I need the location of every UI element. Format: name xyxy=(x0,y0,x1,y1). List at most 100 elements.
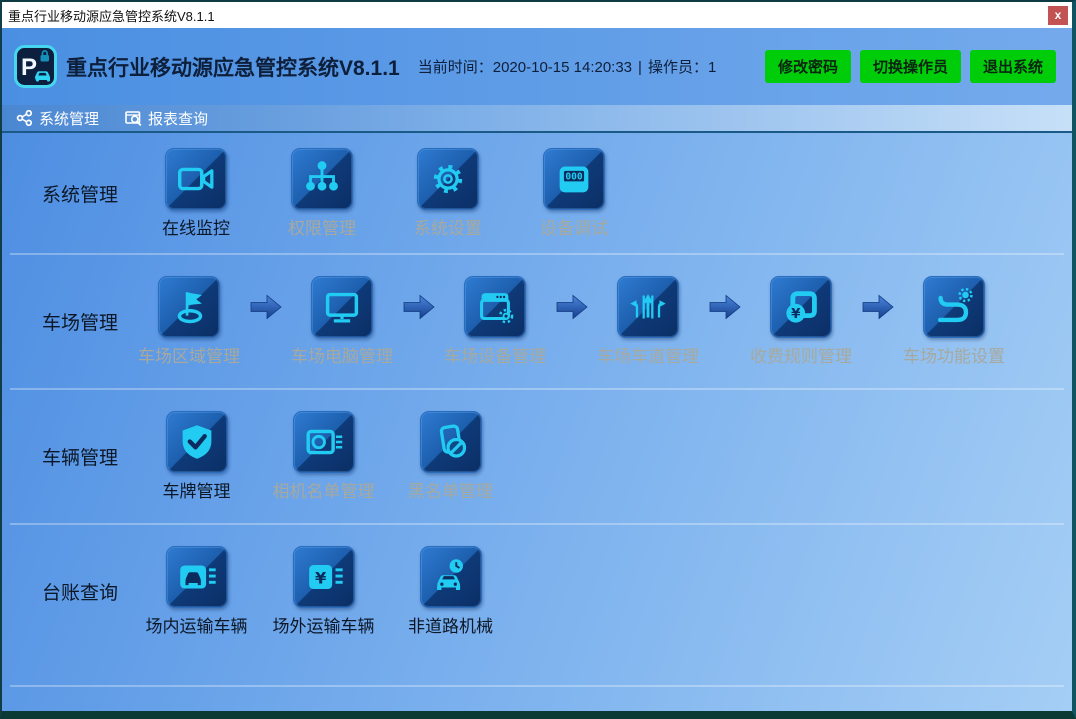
share-nodes-icon xyxy=(16,110,33,126)
change-password-button[interactable]: 修改密码 xyxy=(765,50,851,83)
operator-label: 操作员： xyxy=(648,59,708,76)
monitor-icon xyxy=(319,284,365,330)
feature-lane-arrows[interactable]: 车场车道管理 xyxy=(592,276,704,367)
feature-org-chart[interactable]: 权限管理 xyxy=(259,148,385,239)
feature-shield-check[interactable]: 车牌管理 xyxy=(133,411,260,502)
menubar: 系统管理 报表查询 xyxy=(2,105,1072,133)
video-camera-icon xyxy=(173,156,219,202)
feature-tile[interactable]: 000 xyxy=(543,148,605,210)
feature-tile[interactable] xyxy=(923,276,985,338)
feature-label: 车场区域管理 xyxy=(138,342,240,367)
feature-tile[interactable]: ¥ xyxy=(293,546,355,608)
feature-tile[interactable] xyxy=(420,411,482,473)
feature-label: 场外运输车辆 xyxy=(273,612,375,637)
feature-gear[interactable]: 系统设置 xyxy=(385,148,511,239)
feature-tile[interactable] xyxy=(165,148,227,210)
gear-icon xyxy=(425,156,471,202)
feature-flag-location[interactable]: 车场区域管理 xyxy=(133,276,245,367)
section-title: 系统管理 xyxy=(42,180,133,207)
feature-tile[interactable] xyxy=(464,276,526,338)
feature-tile[interactable] xyxy=(311,276,373,338)
current-time: 当前时间：2020-10-15 14:20:33|操作员：1 xyxy=(418,56,717,77)
shield-check-icon xyxy=(174,419,220,465)
road-gear-icon xyxy=(931,284,977,330)
lane-arrows-icon xyxy=(625,284,671,330)
switch-operator-button[interactable]: 切换操作员 xyxy=(860,50,961,83)
header: P 重点行业移动源应急管控系统V8.1.1 当前时间：2020-10-15 14… xyxy=(2,28,1072,105)
feature-video-camera[interactable]: 在线监控 xyxy=(133,148,259,239)
content-sections: 系统管理在线监控权限管理系统设置000设备调试车场管理车场区域管理车场电脑管理车… xyxy=(2,133,1072,711)
feature-road-gear[interactable]: 车场功能设置 xyxy=(898,276,1010,367)
feature-tile[interactable] xyxy=(420,546,482,608)
feature-tile[interactable] xyxy=(417,148,479,210)
flow-arrow xyxy=(857,293,898,321)
flow-arrow-icon xyxy=(709,293,741,321)
section-row-parking-management: 车场管理车场区域管理 车场电脑管理车场设备管理车场车道管理 ¥收费规则管理车场功能设… xyxy=(2,255,1072,388)
section-title: 车辆管理 xyxy=(42,443,133,470)
titlebar-title: 重点行业移动源应急管控系统V8.1.1 xyxy=(8,6,1048,25)
flow-arrow xyxy=(551,293,592,321)
section-row-ledger-query: 台账查询场内运输车辆 ¥ 场外运输车辆 非道路机械 xyxy=(2,525,1072,658)
feature-yen-coin[interactable]: ¥收费规则管理 xyxy=(745,276,857,367)
operator-value: 1 xyxy=(708,59,716,76)
feature-monitor[interactable]: 车场电脑管理 xyxy=(286,276,398,367)
feature-yen-list[interactable]: ¥ 场外运输车辆 xyxy=(260,546,387,637)
app-logo-icon: P xyxy=(14,45,57,88)
flow-arrow xyxy=(245,293,286,321)
menu-item-label: 系统管理 xyxy=(39,108,99,129)
feature-tile[interactable] xyxy=(166,411,228,473)
car-clock-icon xyxy=(428,554,474,600)
flow-arrow-icon xyxy=(403,293,435,321)
feature-tile[interactable] xyxy=(617,276,679,338)
report-search-icon xyxy=(125,110,142,127)
menu-item-label: 报表查询 xyxy=(148,108,208,129)
feature-label: 黑名单管理 xyxy=(408,477,493,502)
section-divider xyxy=(10,685,1064,687)
exit-system-button[interactable]: 退出系统 xyxy=(970,50,1056,83)
flow-arrow xyxy=(398,293,439,321)
flow-arrow-icon xyxy=(862,293,894,321)
feature-tile[interactable] xyxy=(166,546,228,608)
feature-label: 设备调试 xyxy=(540,214,608,239)
section-title: 台账查询 xyxy=(42,578,133,605)
feature-tile[interactable] xyxy=(291,148,353,210)
section-items: 场内运输车辆 ¥ 场外运输车辆 非道路机械 xyxy=(133,546,514,637)
close-button[interactable]: x xyxy=(1048,6,1068,25)
feature-label: 车场功能设置 xyxy=(903,342,1005,367)
feature-label: 车场车道管理 xyxy=(597,342,699,367)
feature-label: 非道路机械 xyxy=(408,612,493,637)
section-items: 在线监控 权限管理 系统设置 000 设备调试 xyxy=(133,148,637,239)
time-value: 2020-10-15 14:20:33 xyxy=(493,59,632,76)
flow-arrow xyxy=(704,293,745,321)
feature-label: 车牌管理 xyxy=(163,477,231,502)
meter-icon: 000 xyxy=(551,156,597,202)
blacklist-icon xyxy=(428,419,474,465)
section-items: 车场区域管理 车场电脑管理车场设备管理车场车道管理 ¥收费规则管理车场功能设置 xyxy=(133,276,1010,367)
menu-item-system-management[interactable]: 系统管理 xyxy=(16,108,99,129)
feature-blacklist[interactable]: 黑名单管理 xyxy=(387,411,514,502)
feature-tile[interactable] xyxy=(293,411,355,473)
org-chart-icon xyxy=(299,156,345,202)
svg-text:¥: ¥ xyxy=(791,307,801,322)
section-row-system-management: 系统管理在线监控 权限管理 系统设置 000 设备调试 xyxy=(2,133,1072,253)
feature-camera-list[interactable]: 相机名单管理 xyxy=(260,411,387,502)
flow-arrow-icon xyxy=(250,293,282,321)
feature-label: 权限管理 xyxy=(288,214,356,239)
app-window: 重点行业移动源应急管控系统V8.1.1 x P 重点行业移动源应急管控系统V8.… xyxy=(0,0,1076,719)
menu-item-report-query[interactable]: 报表查询 xyxy=(125,108,208,129)
feature-car-list[interactable]: 场内运输车辆 xyxy=(133,546,260,637)
feature-label: 在线监控 xyxy=(162,214,230,239)
header-buttons: 修改密码 切换操作员 退出系统 xyxy=(765,50,1056,83)
feature-tile[interactable]: ¥ xyxy=(770,276,832,338)
flag-location-icon xyxy=(166,284,212,330)
feature-meter[interactable]: 000 设备调试 xyxy=(511,148,637,239)
feature-device-gear[interactable]: 车场设备管理 xyxy=(439,276,551,367)
feature-tile[interactable] xyxy=(158,276,220,338)
section-title: 车场管理 xyxy=(42,308,133,335)
flow-arrow-icon xyxy=(556,293,588,321)
app-title: 重点行业移动源应急管控系统V8.1.1 xyxy=(66,52,400,82)
feature-label: 场内运输车辆 xyxy=(146,612,248,637)
device-gear-icon xyxy=(472,284,518,330)
feature-label: 系统设置 xyxy=(414,214,482,239)
feature-car-clock[interactable]: 非道路机械 xyxy=(387,546,514,637)
